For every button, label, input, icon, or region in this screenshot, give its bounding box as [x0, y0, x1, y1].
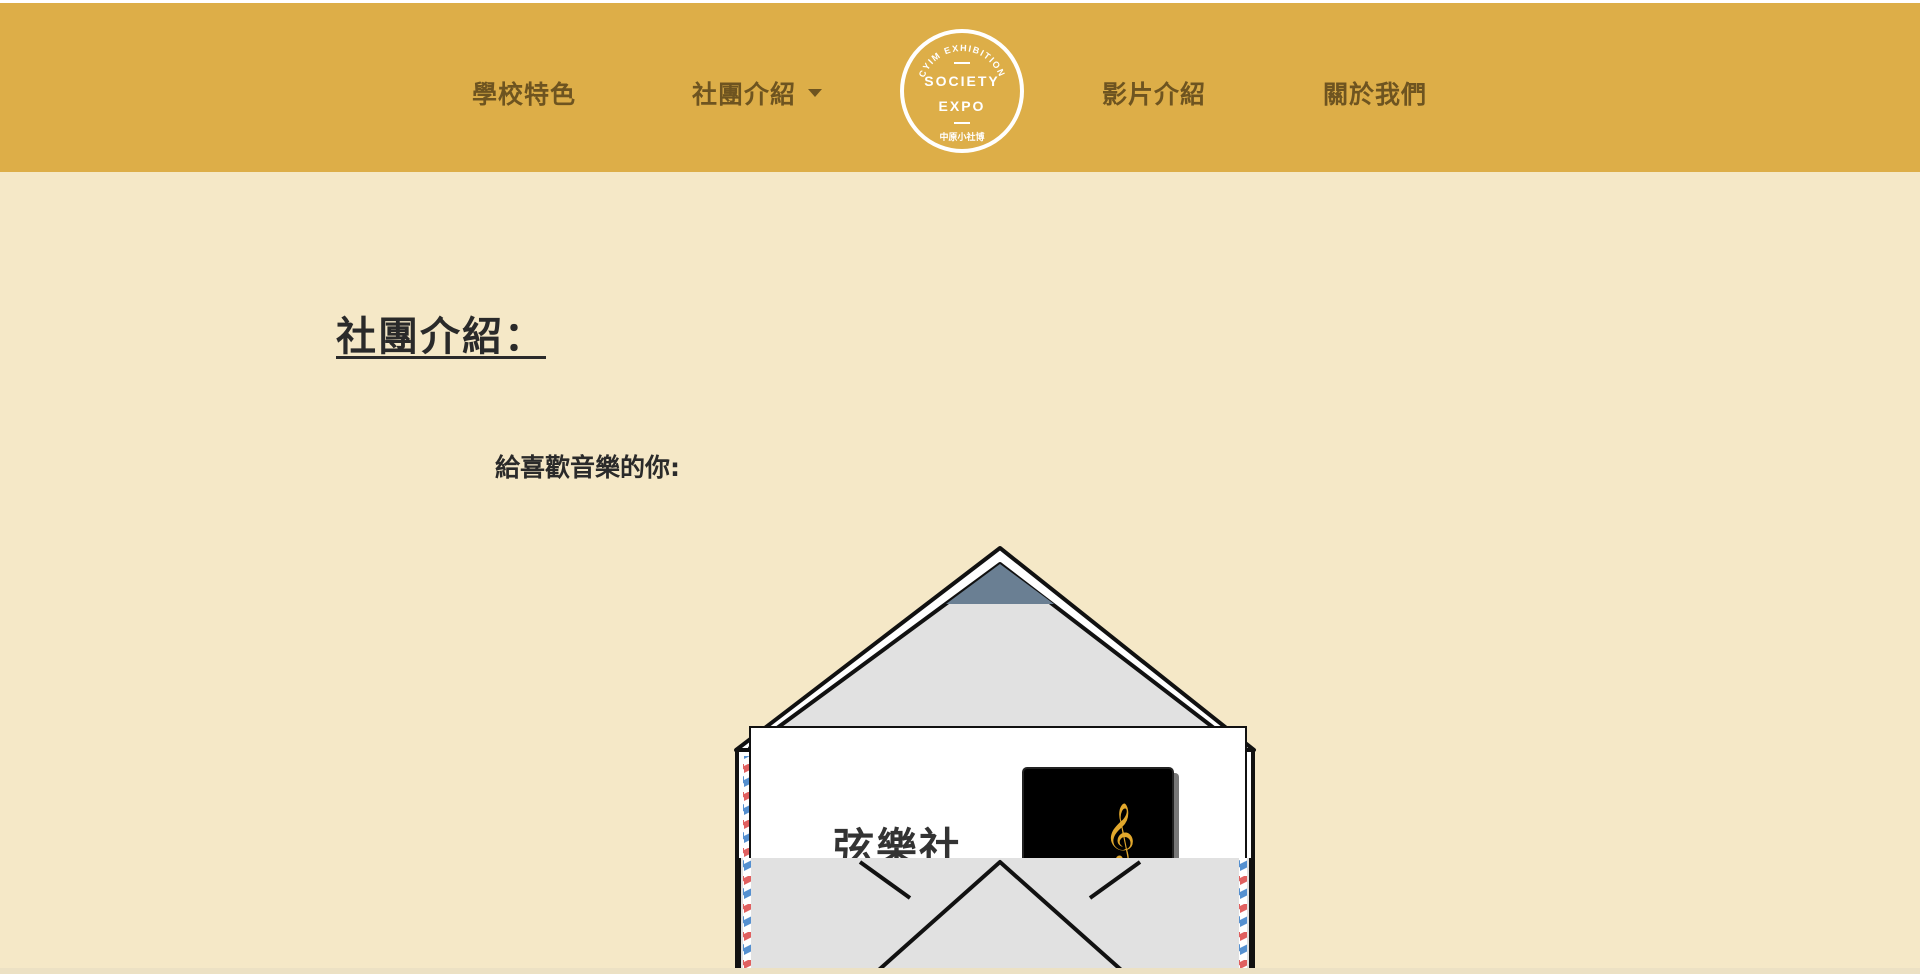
- nav-link-label: 社團介紹: [692, 80, 797, 109]
- treble-clef-icon: 𝄞: [1105, 803, 1136, 865]
- bottom-strip: [0, 968, 1920, 974]
- nav-link-video-intro[interactable]: 影片介紹: [1102, 75, 1206, 111]
- society-expo-logo[interactable]: CYIM EXHIBITION SOCIETY EXPO 中原小社博: [898, 27, 1026, 155]
- top-nav-bar: 學校特色 社團介紹 CYIM EXHIBITION SOCIETY EXPO 中…: [0, 0, 1920, 172]
- intro-text: 給喜歡音樂的你:: [495, 453, 680, 482]
- envelope-card[interactable]: 𝄞: [720, 540, 1270, 974]
- nav-link-club-intro[interactable]: 社團介紹: [692, 75, 823, 111]
- nav-link-label: 影片介紹: [1102, 80, 1207, 109]
- logo-line-1: SOCIETY: [924, 73, 999, 89]
- nav-link-label: 關於我們: [1323, 80, 1428, 109]
- logo-line-2: EXPO: [939, 98, 986, 114]
- logo-bottom-text: 中原小社博: [939, 131, 984, 143]
- page-title: 社團介紹：: [336, 314, 546, 360]
- nav-link-about-us[interactable]: 關於我們: [1323, 75, 1427, 111]
- nav-link-school-features[interactable]: 學校特色: [472, 75, 576, 111]
- chevron-down-icon: [808, 89, 823, 97]
- card-title: 弦樂社: [833, 824, 962, 872]
- nav-link-label: 學校特色: [472, 80, 577, 109]
